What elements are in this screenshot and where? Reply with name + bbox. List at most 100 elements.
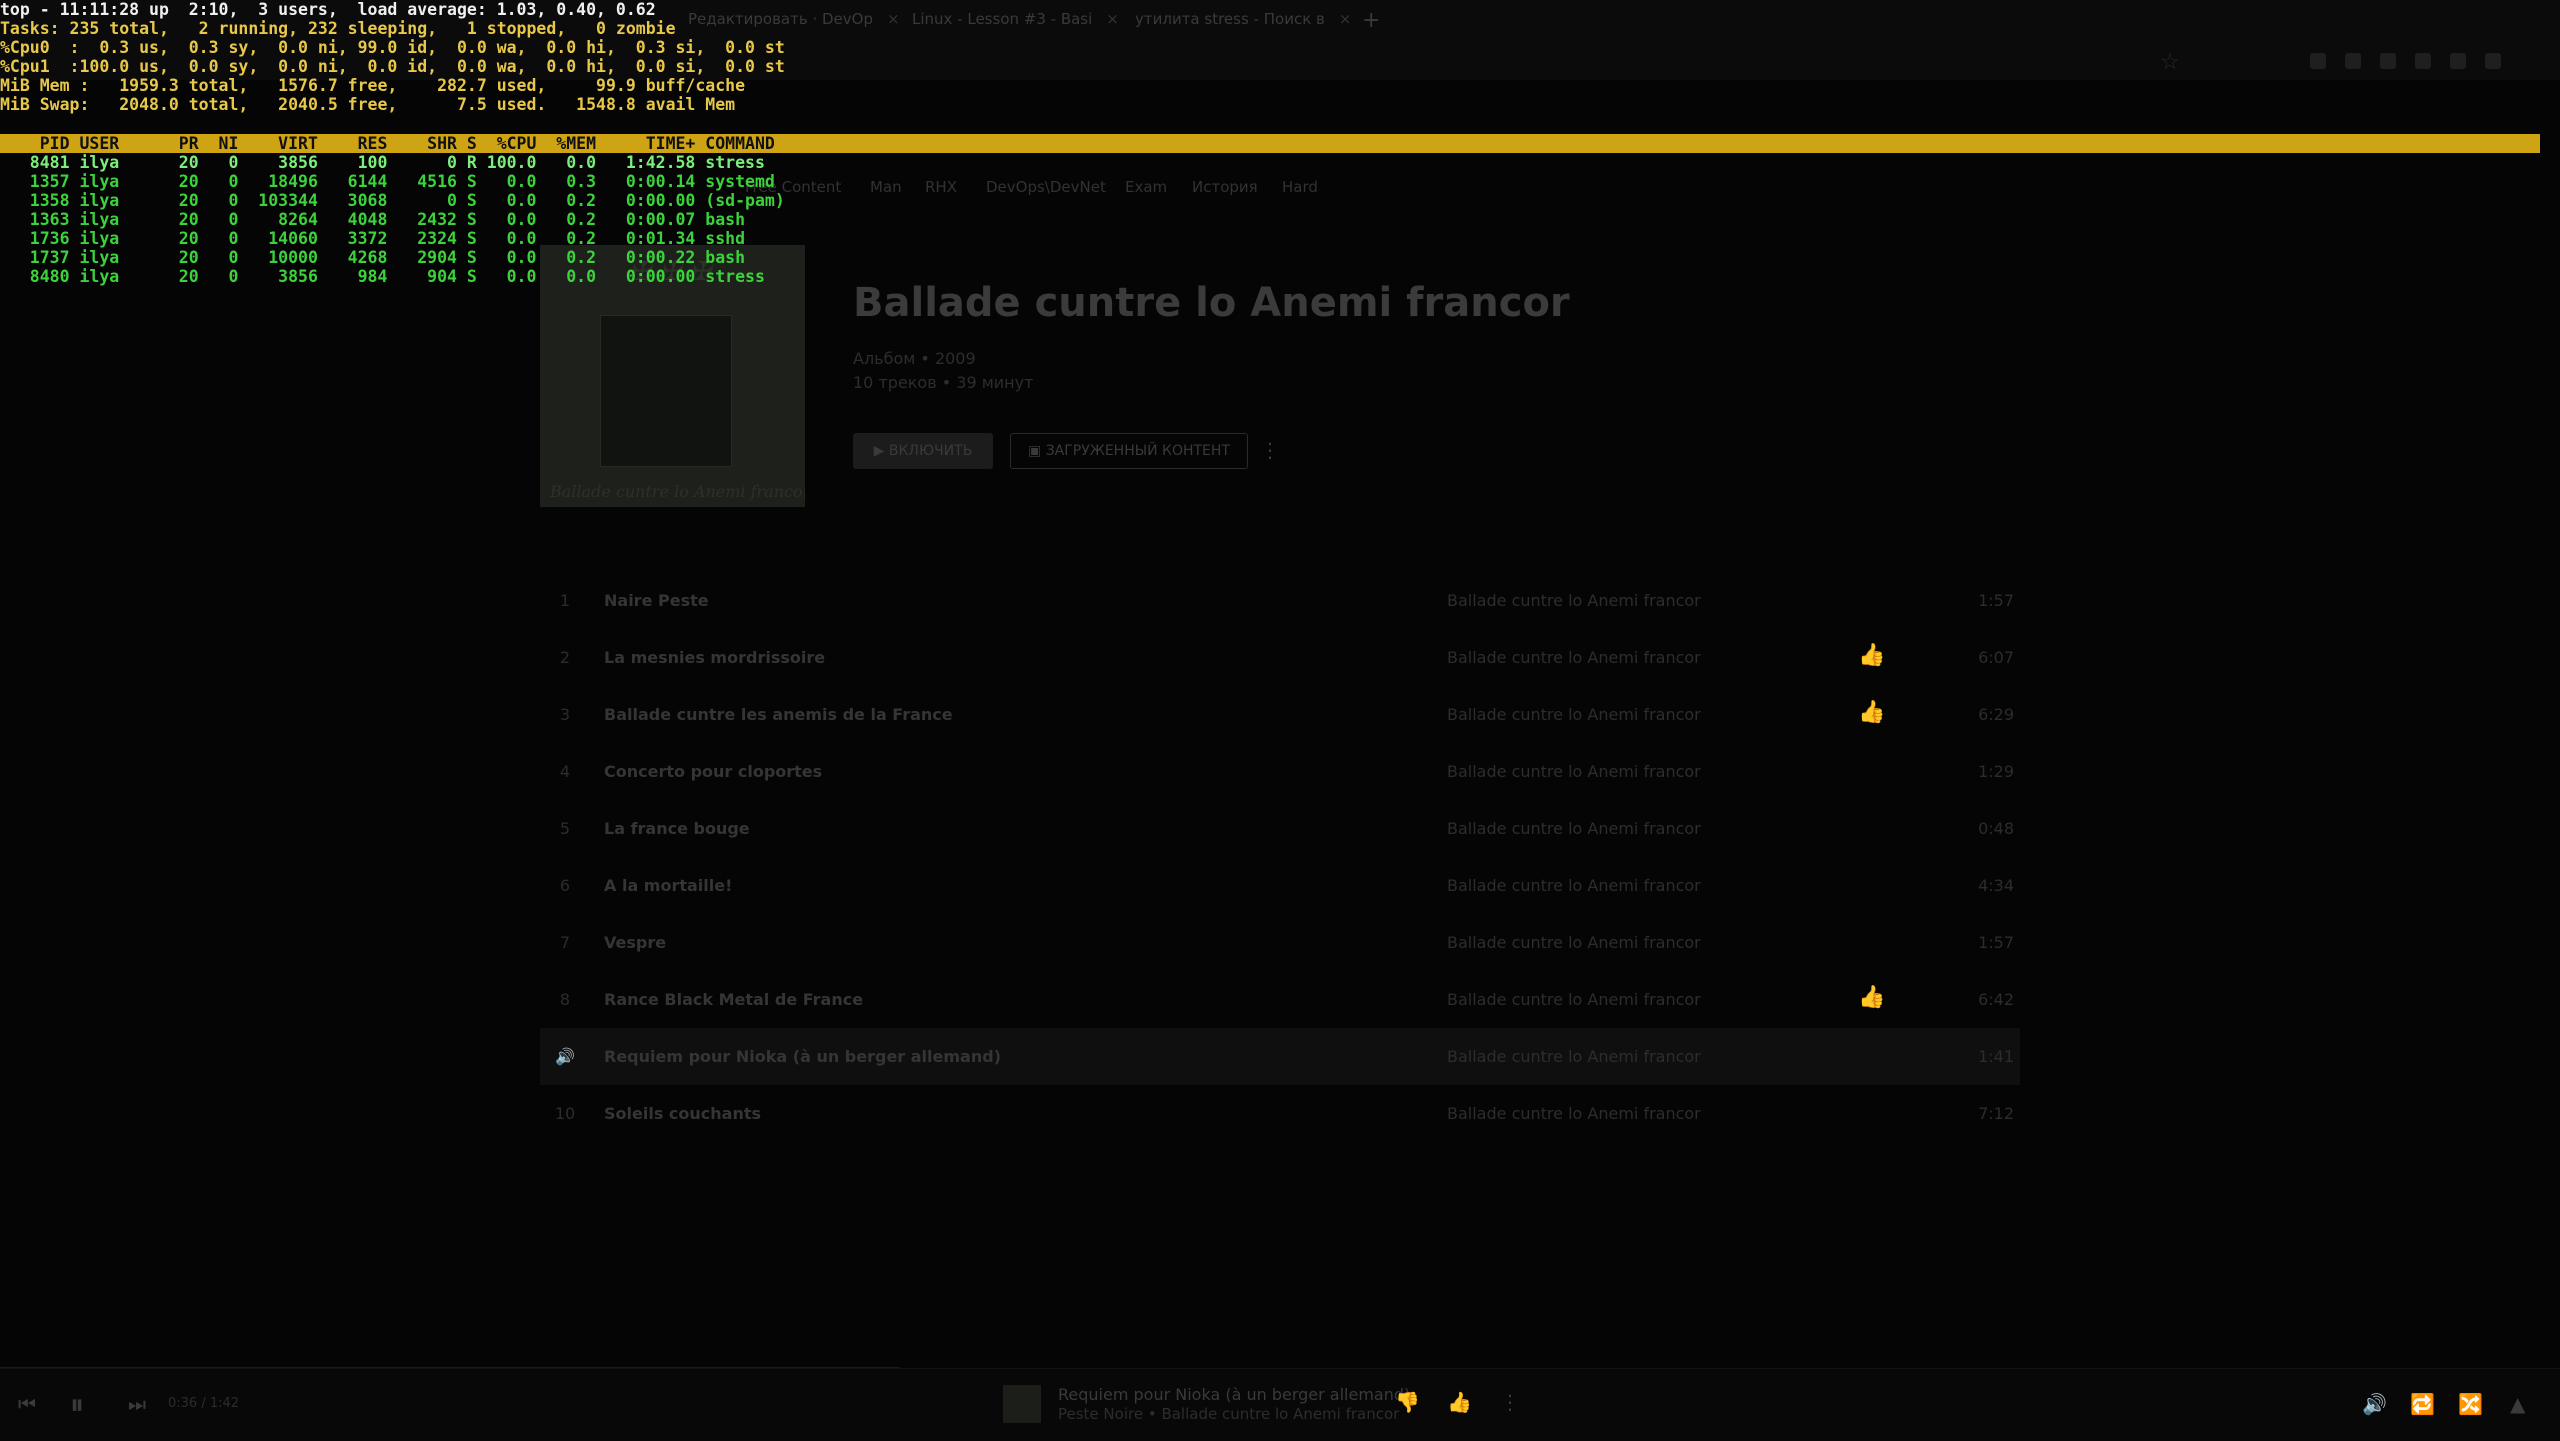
cover-artwork (600, 315, 732, 467)
bookmark-item[interactable]: DevOps\DevNet (986, 178, 1106, 196)
process-row: 8481 ilya 20 0 3856 100 0 R 100.0 0.0 1:… (0, 153, 765, 172)
track-number: 7 (559, 933, 571, 952)
process-table: 8481 ilya 20 0 3856 100 0 R 100.0 0.0 1:… (0, 153, 785, 286)
now-playing-subtitle[interactable]: Peste Noire • Ballade cuntre lo Anemi fr… (1058, 1405, 1399, 1423)
top-swap-line: MiB Swap: 2048.0 total, 2040.5 free, 7.5… (0, 95, 736, 114)
bookmark-item[interactable]: Exam (1125, 178, 1167, 196)
track-duration: 1:29 (1978, 762, 2014, 781)
process-row: 1737 ilya 20 0 10000 4268 2904 S 0.0 0.2… (0, 248, 746, 267)
top-uptime-line: top - 11:11:28 up 2:10, 3 users, load av… (0, 0, 656, 19)
track-number: 4 (559, 762, 571, 781)
next-track-icon[interactable]: ⏭ (128, 1392, 146, 1416)
more-options-icon[interactable]: ⋮ (1500, 1390, 1520, 1414)
play-label: ВКЛЮЧИТЬ (888, 443, 973, 459)
track-row[interactable]: 10 Soleils couchants Ballade cuntre lo Ane… (540, 1085, 2020, 1142)
track-album[interactable]: Ballade cuntre lo Anemi francor (1447, 1104, 1701, 1123)
play-album-button[interactable]: ▶ ВКЛЮЧИТЬ (853, 433, 993, 469)
track-title[interactable]: Soleils couchants (604, 1104, 761, 1123)
track-number: 3 (559, 705, 571, 724)
dislike-icon[interactable]: 👎 (1395, 1390, 1420, 1414)
track-album[interactable]: Ballade cuntre lo Anemi francor (1447, 648, 1701, 667)
track-duration: 4:34 (1978, 876, 2014, 895)
track-title[interactable]: Rance Black Metal de France (604, 990, 863, 1009)
library-icon: ▣ (1028, 443, 1046, 459)
volume-icon[interactable]: 🔊 (2362, 1392, 2387, 1416)
process-row: 1358 ilya 20 0 103344 3068 0 S 0.0 0.2 0… (0, 191, 785, 210)
track-album[interactable]: Ballade cuntre lo Anemi francor (1447, 990, 1701, 1009)
track-album[interactable]: Ballade cuntre lo Anemi francor (1447, 1047, 1701, 1066)
track-title[interactable]: Naire Peste (604, 591, 709, 610)
track-title[interactable]: Requiem pour Nioka (à un berger allemand… (604, 1047, 1001, 1066)
liked-thumb-icon[interactable]: 👍 (1858, 643, 1885, 668)
track-row[interactable]: 8 Rance Black Metal de France Ballade cunt… (540, 971, 2020, 1028)
track-row[interactable]: 🔊 Requiem pour Nioka (à un berger alleman… (540, 1028, 2020, 1085)
track-number: 2 (559, 648, 571, 667)
track-row[interactable]: 1 Naire Peste Ballade cuntre lo Anemi fran… (540, 572, 2020, 629)
track-number: 8 (559, 990, 571, 1009)
previous-track-icon[interactable]: ⏮ (18, 1392, 36, 1416)
track-list: 1 Naire Peste Ballade cuntre lo Anemi fran… (540, 572, 2020, 1142)
track-row[interactable]: 5 La france bouge Ballade cuntre lo Anemi … (540, 800, 2020, 857)
downloaded-content-button[interactable]: ▣ ЗАГРУЖЕННЫЙ КОНТЕНТ (1010, 433, 1248, 469)
now-playing-title[interactable]: Requiem pour Nioka (à un berger allemand… (1058, 1385, 1410, 1404)
track-album[interactable]: Ballade cuntre lo Anemi francor (1447, 591, 1701, 610)
process-row: 1357 ilya 20 0 18496 6144 4516 S 0.0 0.3… (0, 172, 775, 191)
track-number: 10 (554, 1104, 576, 1123)
process-row: 1363 ilya 20 0 8264 4048 2432 S 0.0 0.2 … (0, 210, 746, 229)
track-title[interactable]: Ballade cuntre les anemis de la France (604, 705, 953, 724)
track-row[interactable]: 7 Vespre Ballade cuntre lo Anemi francor 1:… (540, 914, 2020, 971)
process-row: 8480 ilya 20 0 3856 984 904 S 0.0 0.0 0:… (0, 267, 765, 286)
track-number: 6 (559, 876, 571, 895)
liked-thumb-icon[interactable]: 👍 (1858, 985, 1885, 1010)
expand-player-icon[interactable]: ▲ (2510, 1392, 2525, 1416)
track-number: 🔊 (555, 1047, 575, 1066)
album-meta: Альбом • 2009 (853, 349, 976, 368)
track-title[interactable]: La france bouge (604, 819, 750, 838)
album-title: Ballade cuntre lo Anemi francor (853, 280, 1570, 326)
track-album[interactable]: Ballade cuntre lo Anemi francor (1447, 762, 1701, 781)
downloaded-label: ЗАГРУЖЕННЫЙ КОНТЕНТ (1045, 443, 1230, 459)
track-row[interactable]: 3 Ballade cuntre les anemis de la France B… (540, 686, 2020, 743)
now-playing-thumbnail (1003, 1385, 1041, 1423)
play-icon: ▶ (873, 443, 889, 459)
track-duration: 1:57 (1978, 933, 2014, 952)
track-row[interactable]: 4 Concerto pour cloportes Ballade cuntre l… (540, 743, 2020, 800)
album-stats: 10 треков • 39 минут (853, 373, 1034, 392)
more-options-icon[interactable]: ⋮ (1260, 438, 1280, 462)
process-row: 1736 ilya 20 0 14060 3372 2324 S 0.0 0.2… (0, 229, 746, 248)
track-duration: 6:42 (1978, 990, 2014, 1009)
playback-time: 0:36 / 1:42 (168, 1396, 240, 1411)
track-number: 1 (559, 591, 571, 610)
track-row[interactable]: 2 La mesnies mordrissoire Ballade cuntre l… (540, 629, 2020, 686)
track-album[interactable]: Ballade cuntre lo Anemi francor (1447, 876, 1701, 895)
track-album[interactable]: Ballade cuntre lo Anemi francor (1447, 705, 1701, 724)
track-duration: 0:48 (1978, 819, 2014, 838)
bookmark-item[interactable]: Man (870, 178, 902, 196)
bookmark-item[interactable]: Hard (1282, 178, 1318, 196)
repeat-icon[interactable]: 🔁 (2410, 1392, 2435, 1416)
top-tasks-line: Tasks: 235 total, 2 running, 232 sleepin… (0, 19, 676, 38)
track-duration: 1:41 (1978, 1047, 2014, 1066)
top-mem-line: MiB Mem : 1959.3 total, 1576.7 free, 282… (0, 76, 746, 95)
pause-icon[interactable]: ⏸ (70, 1388, 84, 1422)
track-title[interactable]: A la mortaille! (604, 876, 732, 895)
bookmark-item[interactable]: RHX (925, 178, 957, 196)
track-album[interactable]: Ballade cuntre lo Anemi francor (1447, 933, 1701, 952)
terminal-top-output: top - 11:11:28 up 2:10, 3 users, load av… (0, 0, 2560, 286)
track-title[interactable]: La mesnies mordrissoire (604, 648, 825, 667)
process-table-header: PID USER PR NI VIRT RES SHR S %CPU %MEM … (0, 134, 2540, 153)
top-cpu0-line: %Cpu0 : 0.3 us, 0.3 sy, 0.0 ni, 99.0 id,… (0, 38, 785, 57)
liked-thumb-icon[interactable]: 👍 (1858, 700, 1885, 725)
track-title[interactable]: Concerto pour cloportes (604, 762, 822, 781)
bookmark-item[interactable]: История (1192, 178, 1258, 196)
track-title[interactable]: Vespre (604, 933, 666, 952)
top-cpu1-line: %Cpu1 :100.0 us, 0.0 sy, 0.0 ni, 0.0 id,… (0, 57, 785, 76)
track-duration: 6:29 (1978, 705, 2014, 724)
cover-caption: Ballade cuntre lo Anemi francor (550, 482, 805, 501)
track-number: 5 (559, 819, 571, 838)
like-icon[interactable]: 👍 (1447, 1390, 1472, 1414)
track-duration: 1:57 (1978, 591, 2014, 610)
track-row[interactable]: 6 A la mortaille! Ballade cuntre lo Anemi … (540, 857, 2020, 914)
shuffle-icon[interactable]: 🔀 (2458, 1392, 2483, 1416)
track-album[interactable]: Ballade cuntre lo Anemi francor (1447, 819, 1701, 838)
